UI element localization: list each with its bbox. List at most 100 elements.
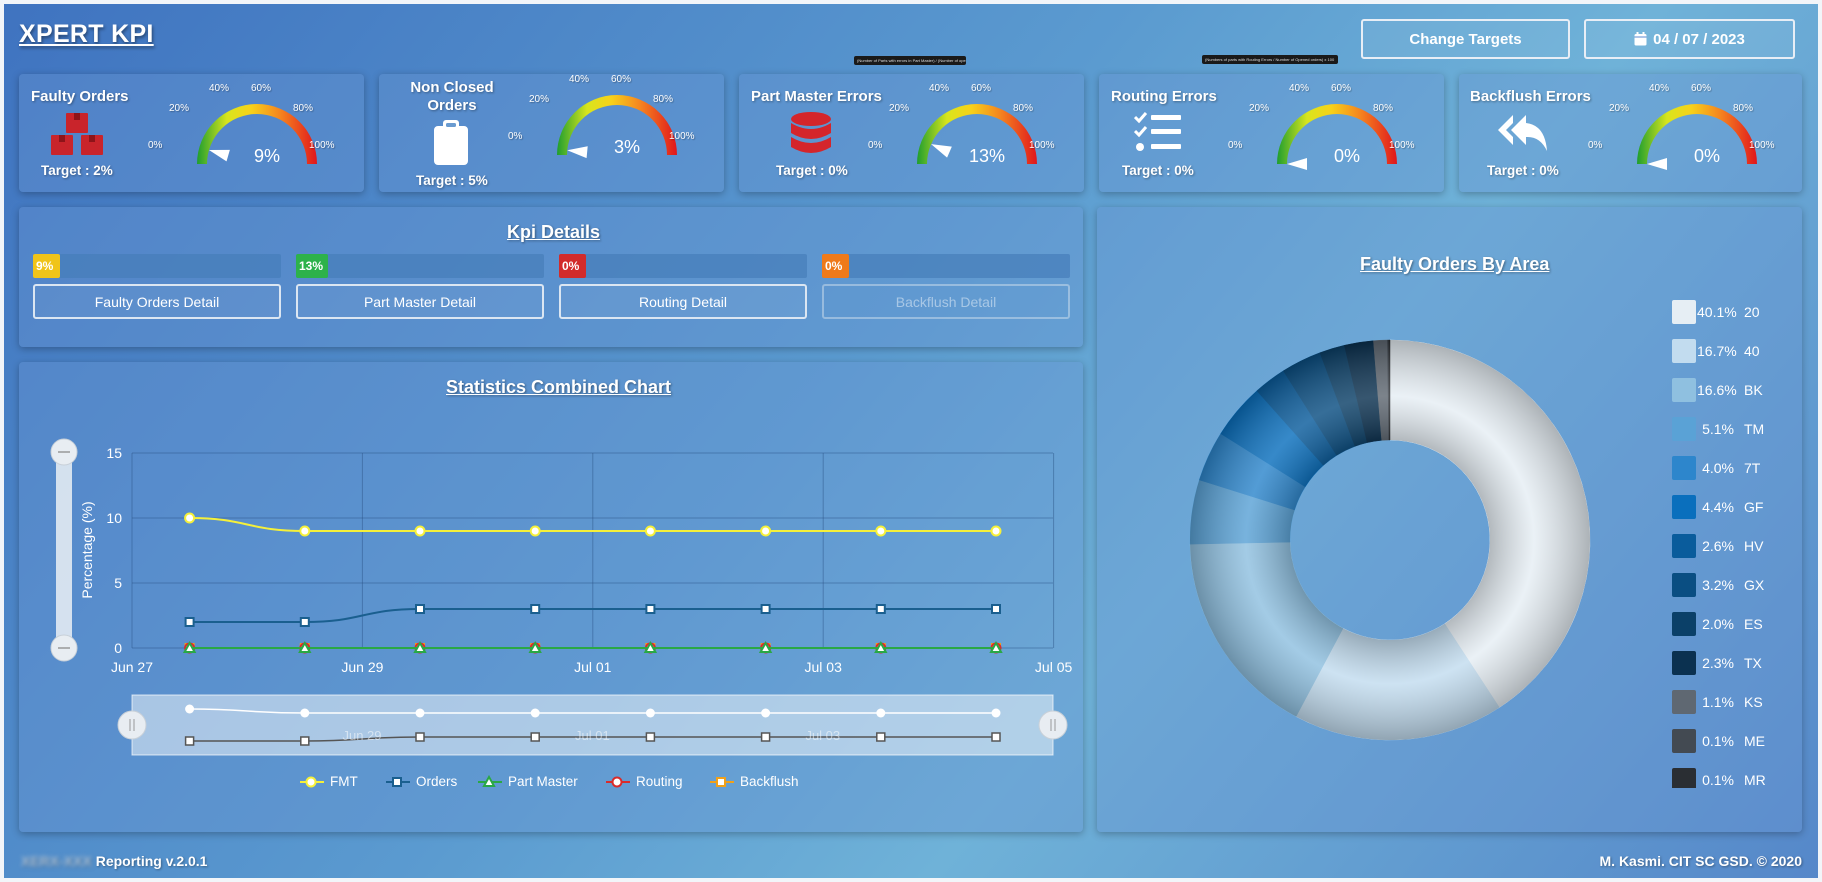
legend-swatch bbox=[1672, 300, 1696, 324]
legend-category: GX bbox=[1744, 577, 1765, 593]
data-point bbox=[644, 525, 656, 537]
navigator-handle[interactable] bbox=[1038, 710, 1068, 740]
gauge-backflush-errors: 0% 20% 40% 60% 80% 100% 0% bbox=[1588, 83, 1775, 177]
legend-category: ME bbox=[1744, 733, 1765, 749]
navigator-tick-label: Jul 03 bbox=[805, 728, 840, 743]
legend-swatch bbox=[1672, 612, 1696, 636]
gauge-tick-label: 40% bbox=[1649, 83, 1670, 94]
legend-category: BK bbox=[1744, 382, 1763, 398]
date-picker-button[interactable]: 04 / 07 / 2023 bbox=[1584, 19, 1795, 59]
legend-swatch bbox=[1672, 339, 1696, 363]
x-tick-label: Jul 01 bbox=[574, 659, 612, 675]
gauge-needle bbox=[1287, 158, 1307, 170]
donut-legend: 40.1% 20 16.7% 40 16.6% BK 5.1% TM 4.0% 7T 4.4% GF 2… bbox=[1672, 300, 1792, 788]
donut-legend-item-bk[interactable]: 16.6% BK bbox=[1672, 378, 1763, 402]
gauge-tick-label: 80% bbox=[1733, 103, 1754, 114]
data-point bbox=[990, 525, 1002, 537]
legend-marker bbox=[386, 776, 410, 787]
navigator-point bbox=[645, 732, 656, 742]
x-tick-label: Jun 27 bbox=[111, 659, 153, 675]
legend-swatch bbox=[1672, 534, 1696, 558]
legend-item-part-master[interactable]: Part Master bbox=[478, 774, 578, 789]
chart-grid bbox=[131, 452, 1055, 649]
legend-percent: 40.1% bbox=[1697, 304, 1737, 320]
x-tick-label: Jun 29 bbox=[341, 659, 383, 675]
gauge-routing-errors: 0% 20% 40% 60% 80% 100% 0% bbox=[1228, 83, 1415, 177]
legend-swatch bbox=[1672, 378, 1696, 402]
navigator-point bbox=[760, 732, 771, 742]
navigator-point bbox=[991, 732, 1001, 742]
data-point bbox=[414, 525, 426, 537]
data-point bbox=[760, 525, 772, 537]
donut-legend-item-gx[interactable]: 3.2% GX bbox=[1672, 573, 1764, 597]
donut-legend-item-tx[interactable]: 2.3% TX bbox=[1672, 651, 1762, 675]
legend-item-orders[interactable]: Orders bbox=[386, 774, 457, 789]
navigator-point bbox=[876, 708, 886, 718]
y-tick-label: 5 bbox=[114, 575, 122, 591]
navigator-point bbox=[300, 708, 310, 718]
donut-legend-item-hv[interactable]: 2.6% HV bbox=[1672, 534, 1763, 558]
legend-swatch bbox=[1672, 768, 1696, 788]
gauge-tick-label: 100% bbox=[1749, 140, 1775, 151]
y-range-slider-track bbox=[56, 452, 72, 648]
data-point bbox=[415, 604, 425, 614]
footer-version: Reporting v.2.0.1 bbox=[95, 853, 208, 869]
gauge-tick-label: 20% bbox=[1249, 103, 1270, 114]
gauge-tick-label: 40% bbox=[1289, 83, 1310, 94]
change-targets-button[interactable]: Change Targets bbox=[1361, 19, 1570, 59]
kpi-target: Target : 0% bbox=[1122, 163, 1194, 178]
legend-category: 40 bbox=[1744, 343, 1760, 359]
y-axis-label: Percentage (%) bbox=[79, 501, 95, 598]
y-tick-label: 10 bbox=[106, 510, 122, 526]
legend-item-backflush[interactable]: Backflush bbox=[710, 774, 799, 789]
checklist-icon bbox=[1134, 112, 1181, 151]
donut-legend-item-7t[interactable]: 4.0% 7T bbox=[1672, 456, 1760, 480]
legend-marker bbox=[606, 776, 630, 787]
legend-label: Backflush bbox=[740, 774, 799, 789]
kpi-title: Routing Errors bbox=[1111, 88, 1217, 105]
data-point bbox=[184, 512, 196, 524]
legend-percent: 0.1% bbox=[1702, 733, 1734, 749]
faulty-orders-donut-chart bbox=[1189, 339, 1591, 741]
gauge-needle bbox=[1647, 158, 1667, 170]
legend-swatch bbox=[1672, 495, 1696, 519]
y-tick-label: 15 bbox=[106, 445, 122, 461]
donut-legend-item-40[interactable]: 16.7% 40 bbox=[1672, 339, 1760, 363]
legend-marker bbox=[710, 776, 734, 787]
donut-legend-item-es[interactable]: 2.0% ES bbox=[1672, 612, 1763, 636]
data-point bbox=[991, 604, 1001, 614]
navigator-point bbox=[645, 708, 655, 718]
legend-item-fmt[interactable]: FMT bbox=[300, 774, 358, 789]
navigator-window bbox=[131, 694, 1054, 756]
donut-legend-item-gf[interactable]: 4.4% GF bbox=[1672, 495, 1763, 519]
legend-percent: 16.7% bbox=[1697, 343, 1737, 359]
legend-swatch bbox=[1672, 651, 1696, 675]
legend-category: KS bbox=[1744, 694, 1763, 710]
calendar-icon bbox=[1634, 32, 1647, 46]
navigator-point bbox=[185, 704, 195, 714]
navigator-point bbox=[415, 708, 425, 718]
legend-percent: 4.0% bbox=[1702, 460, 1734, 476]
gauge-tick-label: 100% bbox=[1389, 140, 1415, 151]
donut-legend-item-ks[interactable]: 1.1% KS bbox=[1672, 690, 1763, 714]
legend-item-routing[interactable]: Routing bbox=[606, 774, 683, 789]
legend-marker bbox=[300, 776, 324, 787]
legend-label: Orders bbox=[416, 774, 458, 789]
legend-swatch bbox=[1672, 690, 1696, 714]
legend-category: GF bbox=[1744, 499, 1764, 515]
legend-swatch bbox=[1672, 417, 1696, 441]
donut-legend-item-mr[interactable]: 0.1% MR bbox=[1672, 768, 1766, 788]
gauge-tick-label: 60% bbox=[1691, 83, 1712, 94]
statistics-chart: 0 5 10 15 Jun 27 Jun 29 Jul 01 Jul 03 Jul 05 Perc… bbox=[50, 438, 1072, 756]
data-point bbox=[645, 604, 656, 614]
data-point bbox=[299, 525, 311, 537]
donut-legend-item-20[interactable]: 40.1% 20 bbox=[1672, 300, 1760, 324]
navigator-handle[interactable] bbox=[117, 710, 147, 740]
donut-legend-item-me[interactable]: 0.1% ME bbox=[1672, 729, 1765, 753]
legend-category: HV bbox=[1744, 538, 1764, 554]
donut-legend-item-tm[interactable]: 5.1% TM bbox=[1672, 417, 1764, 441]
legend-percent: 0.1% bbox=[1702, 772, 1734, 788]
legend-label: FMT bbox=[330, 774, 358, 789]
legend-percent: 3.2% bbox=[1702, 577, 1734, 593]
gauge-tick-label: 80% bbox=[1373, 103, 1394, 114]
